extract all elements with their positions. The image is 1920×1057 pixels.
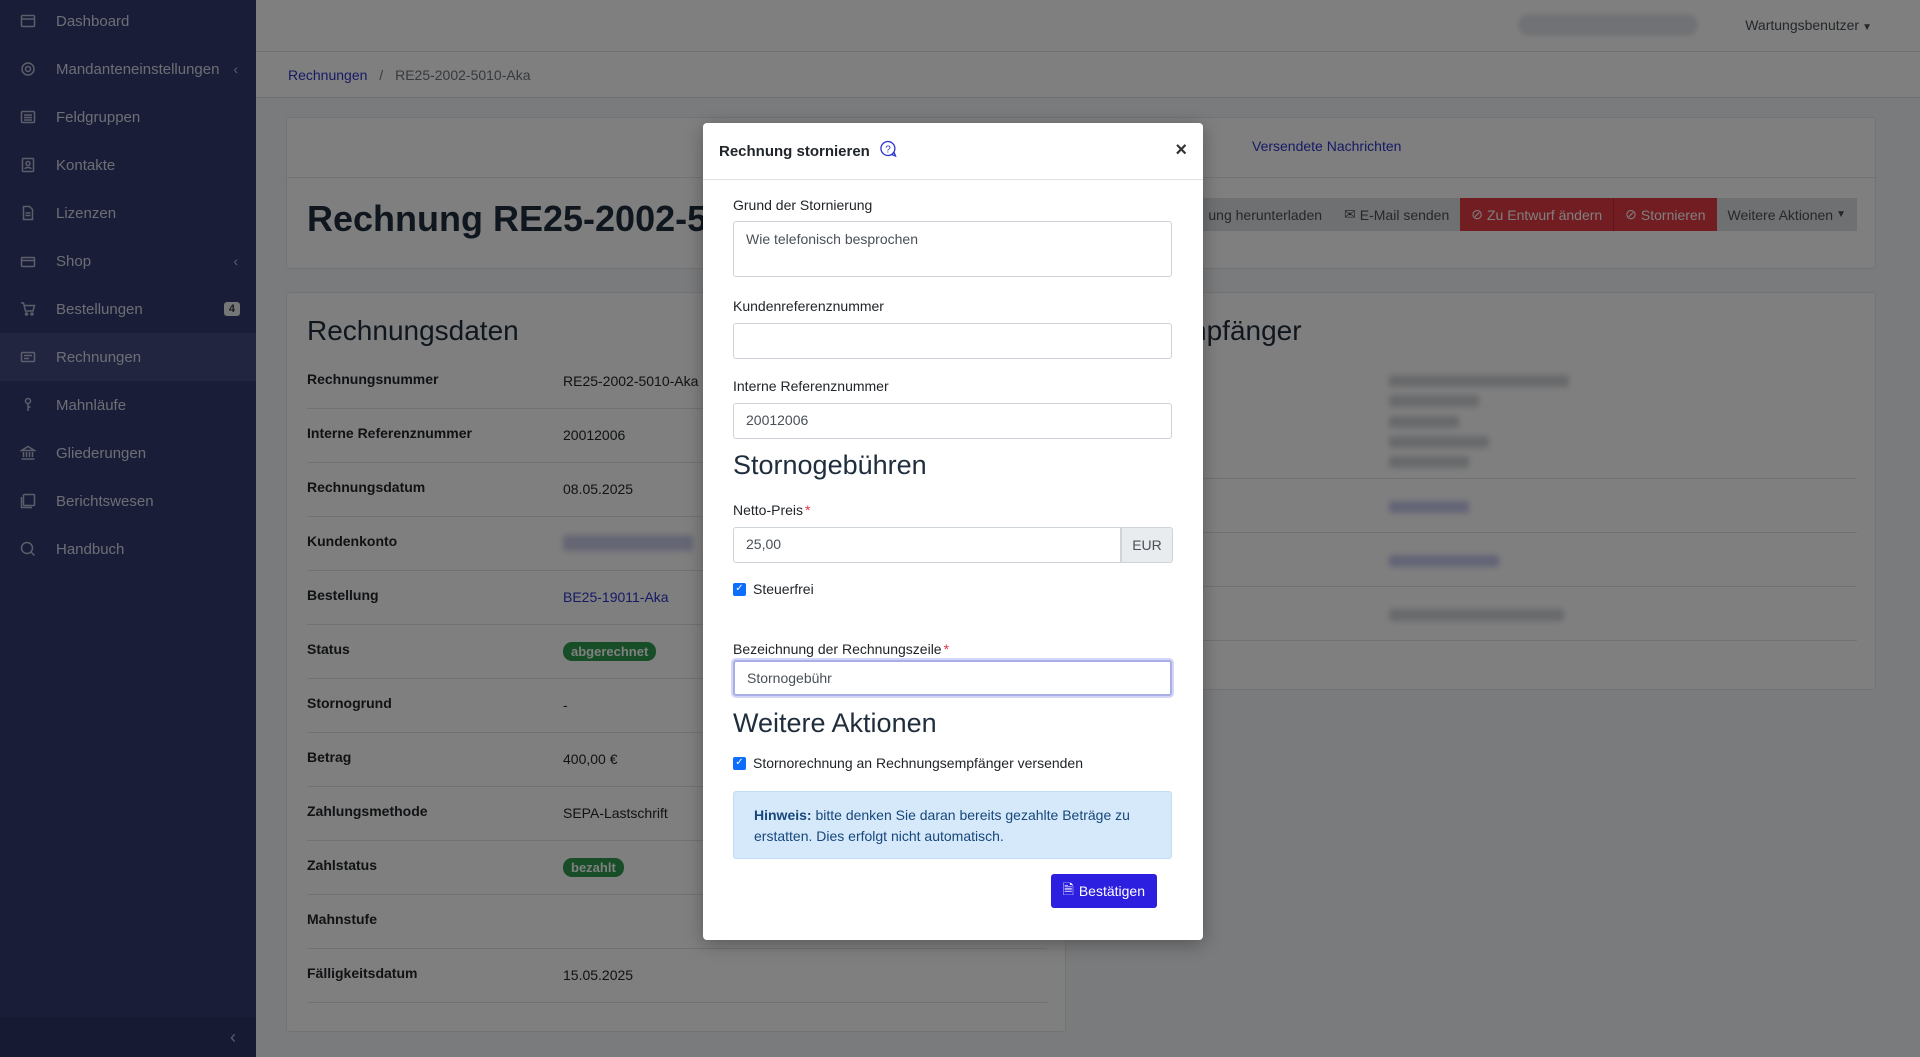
net-price-label-text: Netto-Preis (733, 502, 804, 518)
help-icon[interactable]: ? (878, 139, 898, 159)
currency-addon: EUR (1121, 527, 1173, 563)
confirm-button[interactable]: 🗎 Bestätigen (1050, 874, 1157, 908)
tax-free-checkbox[interactable]: ✓ (733, 582, 746, 596)
more-actions-section-title: Weitere Aktionen (733, 708, 937, 738)
send-storno-label: Stornorechnung an Rechnungsempfänger ver… (753, 755, 1084, 771)
confirm-button-label: Bestätigen (1078, 883, 1145, 899)
send-storno-checkbox-row[interactable]: ✓ Stornorechnung an Rechnungsempfänger v… (733, 755, 1083, 771)
close-button[interactable]: × (1175, 139, 1187, 162)
customer-ref-input[interactable] (733, 323, 1172, 359)
line-designation-input[interactable]: Stornogebühr (733, 660, 1172, 696)
net-price-input[interactable]: 25,00 (733, 527, 1121, 563)
line-designation-label: Bezeichnung der Rechnungszeile * (733, 641, 949, 657)
tax-free-label: Steuerfrei (753, 581, 814, 597)
net-price-label: Netto-Preis * (733, 502, 810, 518)
reason-label: Grund der Stornierung (733, 197, 873, 213)
customer-ref-label: Kundenreferenznummer (733, 298, 884, 314)
tax-free-checkbox-row[interactable]: ✓ Steuerfrei (733, 581, 814, 597)
internal-ref-input[interactable]: 20012006 (733, 403, 1172, 439)
send-storno-checkbox[interactable]: ✓ (733, 756, 746, 770)
hint-title: Hinweis: (754, 807, 812, 823)
file-icon: 🗎 (1062, 881, 1074, 897)
reason-textarea[interactable]: Wie telefonisch besprochen (733, 221, 1172, 277)
cancel-invoice-modal: Rechnung stornieren ? × Grund der Storni… (703, 123, 1203, 940)
required-marker: * (805, 502, 811, 518)
hint-alert: Hinweis: bitte denken Sie daran bereits … (733, 791, 1172, 859)
modal-header: Rechnung stornieren ? × (703, 123, 1203, 180)
required-marker: * (943, 641, 950, 657)
internal-ref-label: Interne Referenznummer (733, 378, 889, 394)
modal-title: Rechnung stornieren (719, 143, 870, 160)
line-designation-label-text: Bezeichnung der Rechnungszeile (733, 641, 942, 657)
fees-section-title: Stornogebühren (733, 450, 927, 480)
svg-text:?: ? (885, 145, 891, 156)
